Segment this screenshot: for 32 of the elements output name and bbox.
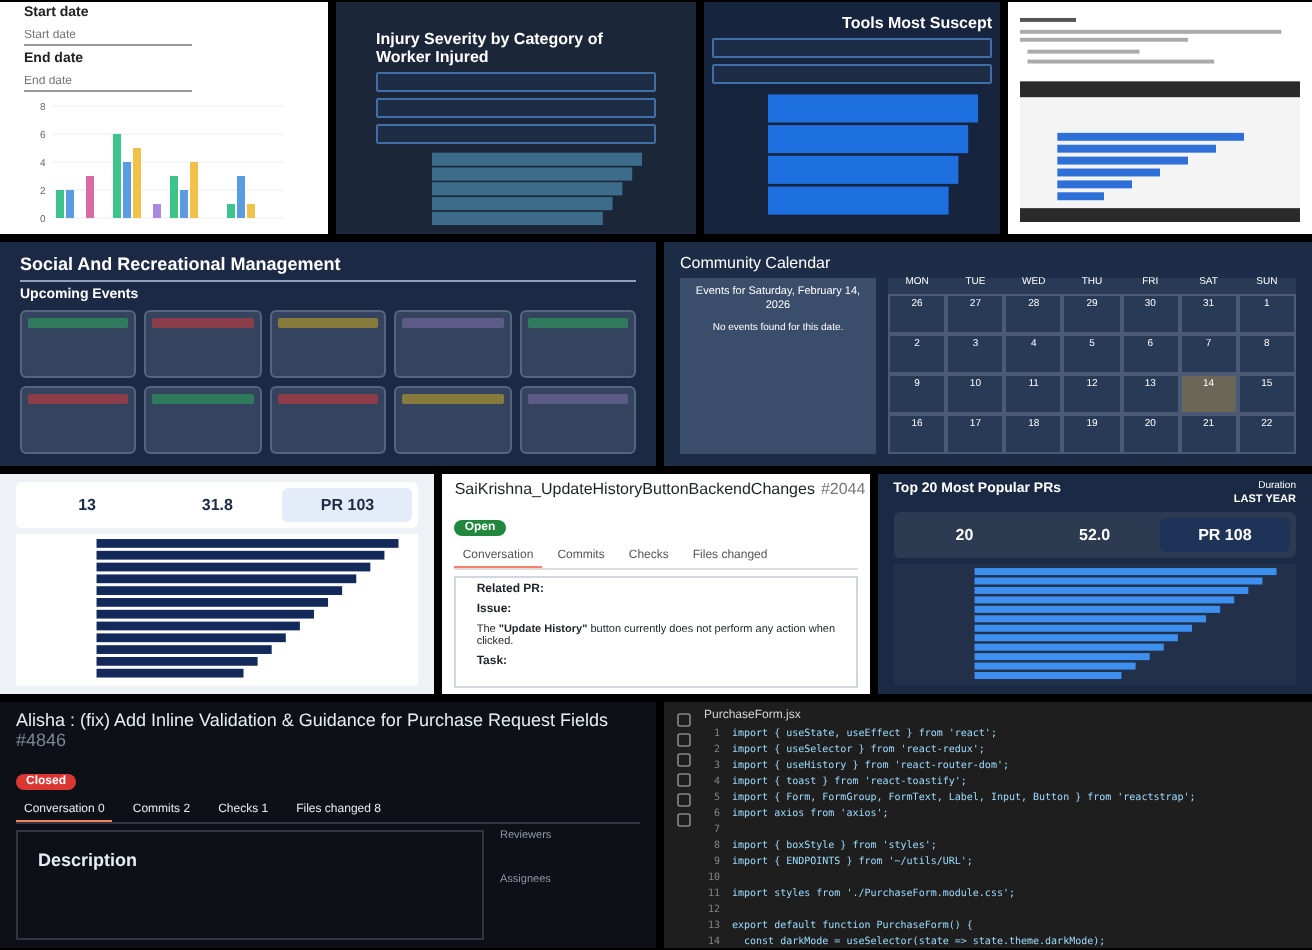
pr-number: #2044	[820, 480, 866, 499]
activity-bar-icon	[676, 710, 692, 830]
event-card[interactable]	[394, 386, 512, 454]
dropdown[interactable]	[376, 124, 656, 145]
stat-value: 20	[953, 524, 976, 549]
dropdown[interactable]	[376, 72, 656, 93]
dropdown[interactable]	[376, 98, 656, 119]
event-card[interactable]	[519, 310, 636, 379]
stat-value: 31.8	[199, 494, 235, 518]
event-card[interactable]	[20, 310, 137, 379]
chart-title: Tools Most Suscept	[842, 14, 992, 33]
stat-value: PR 103	[282, 488, 413, 523]
stat-value: PR 108	[1159, 518, 1290, 553]
bar	[86, 176, 94, 219]
dropdown[interactable]	[712, 64, 992, 85]
section-heading: Description	[38, 849, 138, 870]
stat-value: 13	[76, 494, 98, 518]
event-card[interactable]	[144, 386, 262, 454]
dropdown[interactable]	[712, 38, 992, 59]
event-card[interactable]	[144, 310, 262, 379]
page-title: Social And Recreational Management	[20, 254, 343, 275]
event-card[interactable]	[519, 386, 636, 454]
event-card[interactable]	[269, 386, 387, 454]
chart-title: Injury Severity by Category of Worker Injured	[376, 30, 605, 67]
page-title: Community Calendar	[680, 254, 833, 273]
stat-value: 52.0	[1077, 524, 1113, 549]
event-card[interactable]	[394, 310, 512, 379]
bar	[153, 204, 161, 219]
pr-title: SaiKrishna_UpdateHistoryButtonBackendChanges	[454, 480, 815, 499]
event-card[interactable]	[269, 310, 387, 379]
pr-title: Alisha : (fix) Add Inline Validation & Guidance for Purchase Request Fields #4846	[16, 710, 610, 752]
event-card[interactable]	[20, 386, 137, 454]
